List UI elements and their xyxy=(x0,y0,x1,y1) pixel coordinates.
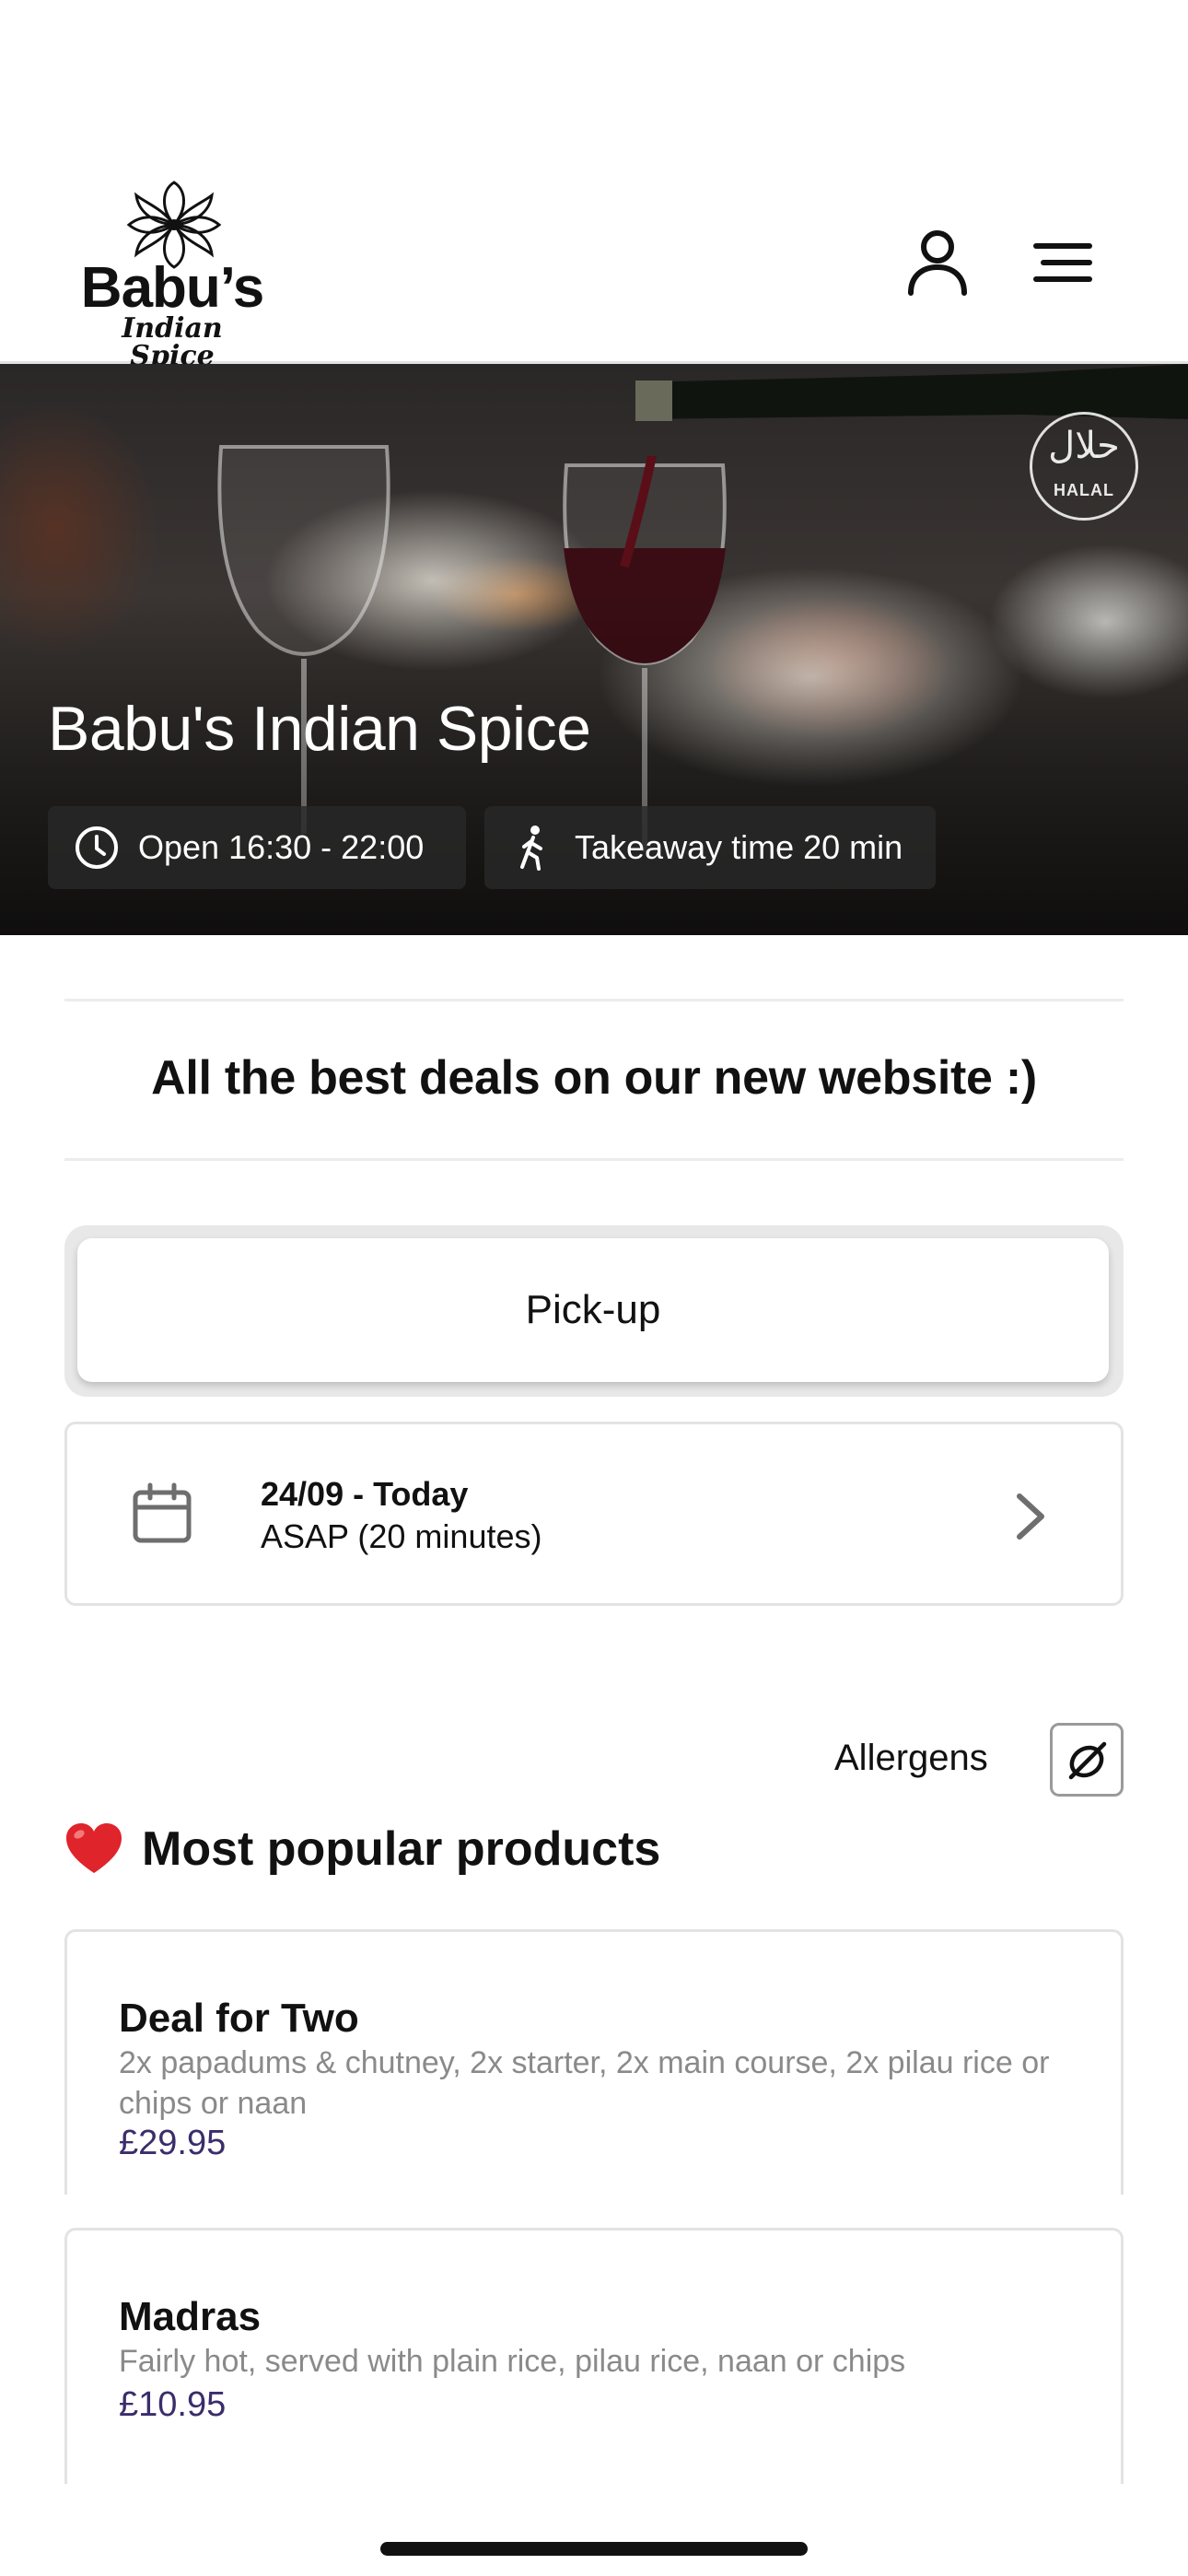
product-card[interactable]: Madras Fairly hot, served with plain ric… xyxy=(64,2228,1124,2484)
pickup-time: ASAP (20 minutes) xyxy=(261,1517,542,1555)
pickup-time-selector[interactable]: 24/09 - Today ASAP (20 minutes) xyxy=(64,1422,1124,1606)
walking-person-icon xyxy=(510,825,556,871)
section-title-text: Most popular products xyxy=(142,1822,661,1876)
takeaway-time-pill: Takeaway time 20 min xyxy=(484,806,936,889)
product-price: £10.95 xyxy=(119,2385,227,2424)
restaurant-hero: حلال HALAL Babu's Indian Spice Open 16:3… xyxy=(0,364,1188,935)
home-indicator[interactable] xyxy=(380,2542,808,2556)
menu-button[interactable] xyxy=(1026,226,1100,299)
logo-title: Babu’s xyxy=(80,256,264,320)
brand-logo[interactable]: Babu’s Indian Spice xyxy=(76,181,269,370)
hamburger-menu-icon xyxy=(1033,243,1092,282)
announcement-text: All the best deals on our new website :) xyxy=(151,1051,1037,1105)
calendar-icon xyxy=(133,1482,192,1543)
product-card[interactable]: Deal for Two 2x papadums & chutney, 2x s… xyxy=(64,1929,1124,2195)
allergens-label[interactable]: Allergens xyxy=(834,1739,988,1776)
app-header: Babu’s Indian Spice xyxy=(0,0,1188,370)
person-icon xyxy=(908,230,967,296)
order-type-selector: Pick-up xyxy=(64,1225,1124,1397)
halal-label: HALAL xyxy=(1054,481,1114,499)
product-description: Fairly hot, served with plain rice, pila… xyxy=(119,2344,906,2379)
product-name: Deal for Two xyxy=(119,1996,359,2041)
divider xyxy=(64,1158,1124,1161)
halal-script: حلال xyxy=(1048,425,1120,467)
clock-icon xyxy=(74,825,120,871)
opening-hours-text: Open 16:30 - 22:00 xyxy=(138,828,425,866)
halal-badge: حلال HALAL xyxy=(1030,412,1138,521)
pickup-date: 24/09 - Today xyxy=(261,1475,469,1513)
pickup-button[interactable]: Pick-up xyxy=(77,1238,1109,1382)
heart-icon xyxy=(66,1823,122,1873)
section-title: Most popular products xyxy=(64,1819,660,1879)
product-name: Madras xyxy=(119,2294,262,2339)
divider xyxy=(64,999,1124,1001)
takeaway-time-text: Takeaway time 20 min xyxy=(575,828,903,866)
logo-subtitle: Indian Spice xyxy=(122,312,223,372)
restaurant-name: Babu's Indian Spice xyxy=(48,694,591,764)
product-description: 2x papadums & chutney, 2x starter, 2x ma… xyxy=(119,2045,1050,2121)
product-price: £29.95 xyxy=(119,2124,227,2162)
chevron-right-icon xyxy=(1017,1493,1044,1540)
account-button[interactable] xyxy=(901,226,974,299)
allergens-button[interactable] xyxy=(1050,1723,1124,1797)
opening-hours-pill: Open 16:30 - 22:00 xyxy=(48,806,466,889)
allergen-filter-icon xyxy=(1068,1741,1107,1780)
